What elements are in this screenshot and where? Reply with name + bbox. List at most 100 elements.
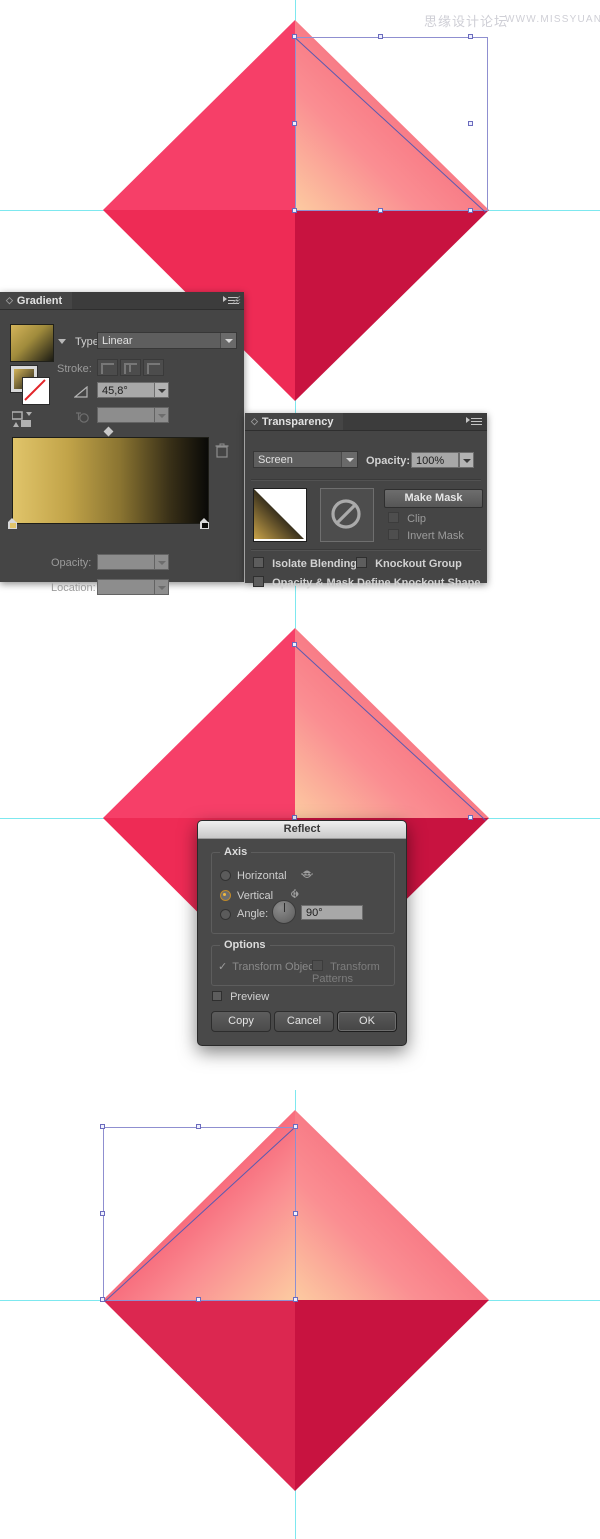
angle-icon <box>73 385 88 401</box>
gradient-angle-chevron-down-icon[interactable] <box>154 382 169 398</box>
clip-checkbox-row[interactable]: Clip <box>388 512 426 525</box>
isolate-blending-checkbox-row[interactable]: Isolate Blending <box>253 557 357 570</box>
gradient-panel-tab[interactable]: ◇ Gradient <box>0 292 73 309</box>
gradient-stop-end[interactable] <box>200 518 209 529</box>
handle-top-step2[interactable] <box>292 642 297 647</box>
transform-objects-row[interactable]: ✓ Transform Objects <box>218 960 322 973</box>
options-group: Options ✓ Transform Objects Transform Pa… <box>211 939 395 986</box>
angle-radio[interactable] <box>220 908 231 920</box>
reflect-angle-label: Angle: <box>237 908 269 920</box>
copy-button[interactable]: Copy <box>211 1011 271 1032</box>
transparency-panel-title: Transparency <box>261 415 334 428</box>
ok-button[interactable]: OK <box>337 1011 397 1032</box>
illustrator-canvas: 思缘设计论坛 WWW.MISSYUAN.COM <box>0 0 600 1539</box>
knockout-group-checkbox-row[interactable]: Knockout Group <box>356 557 462 570</box>
gradient-type-chevron-down-icon[interactable] <box>220 333 236 348</box>
clip-checkbox[interactable] <box>388 512 399 523</box>
blend-mode-select[interactable]: Screen <box>253 451 358 468</box>
reflect-horizontal-icon <box>299 868 315 883</box>
handle-mid-right-step1[interactable] <box>468 121 473 126</box>
gradient-stop-start[interactable] <box>8 518 17 529</box>
collapse-arrows-icon[interactable]: ◇ <box>251 417 258 426</box>
gradient-thumbnail[interactable] <box>253 488 307 542</box>
blend-mode-value: Screen <box>258 454 293 466</box>
handle-bottom-left-step3[interactable] <box>100 1297 105 1302</box>
reflect-angle-value: 90° <box>306 907 323 919</box>
transform-patterns-checkbox[interactable] <box>312 960 323 971</box>
preview-label: Preview <box>230 991 270 1003</box>
gradient-panel-title: Gradient <box>16 294 63 307</box>
handle-top-left-step1[interactable] <box>292 34 297 39</box>
angle-radio-row[interactable]: Angle: <box>220 908 268 920</box>
collapse-arrows-icon[interactable]: ◇ <box>6 296 13 305</box>
gradient-location-chevron-down-icon <box>154 579 169 595</box>
gradient-stroke-label: Stroke: <box>57 363 92 375</box>
handle-bottom-center-step1[interactable] <box>378 208 383 213</box>
make-mask-button[interactable]: Make Mask <box>384 489 483 508</box>
knockout-shape-checkbox[interactable] <box>253 576 264 587</box>
transparency-opacity-label: Opacity: <box>366 455 411 467</box>
reflect-dialog-title: Reflect <box>198 821 406 839</box>
vertical-radio[interactable] <box>220 890 231 901</box>
clip-label: Clip <box>407 513 427 525</box>
handle-mid-left-step1[interactable] <box>292 121 297 126</box>
gradient-ramp[interactable] <box>12 437 209 524</box>
isolate-blending-label: Isolate Blending <box>272 558 358 570</box>
transparency-panel-tab[interactable]: ◇ Transparency <box>245 413 344 430</box>
gradient-preview-swatch[interactable] <box>10 324 54 362</box>
knockout-shape-checkbox-row[interactable]: Opacity & Mask Define Knockout Shape <box>253 576 481 589</box>
invert-mask-checkbox[interactable] <box>388 529 399 540</box>
knockout-shape-label: Opacity & Mask Define Knockout Shape <box>272 577 481 589</box>
gradient-angle-value: 45,8° <box>102 385 128 397</box>
axis-group-label: Axis <box>220 846 252 858</box>
reflect-angle-input[interactable]: 90° <box>301 905 363 920</box>
handle-top-right-step3[interactable] <box>293 1124 298 1129</box>
preview-row[interactable]: Preview <box>212 991 269 1003</box>
handle-mid-right-step3[interactable] <box>293 1211 298 1216</box>
handle-top-center-step1[interactable] <box>378 34 383 39</box>
gradient-panel[interactable]: ◇ Gradient Type: Linear Stroke: 45,8° Op… <box>0 292 244 595</box>
isolate-blending-checkbox[interactable] <box>253 557 264 568</box>
panel-resize-grip[interactable] <box>232 295 241 307</box>
preview-checkbox[interactable] <box>212 991 222 1001</box>
transform-patterns-row[interactable]: Transform Patterns <box>312 960 394 985</box>
invert-mask-checkbox-row[interactable]: Invert Mask <box>388 529 464 542</box>
transparency-opacity-input[interactable]: 100% <box>411 452 459 468</box>
handle-top-center-step3[interactable] <box>196 1124 201 1129</box>
gradient-fill-stroke-toggle-icon[interactable] <box>11 410 36 433</box>
handle-bottom-left-step1[interactable] <box>292 208 297 213</box>
stroke-along-button[interactable] <box>143 359 164 376</box>
handle-right-step2[interactable] <box>468 815 473 820</box>
horizontal-label: Horizontal <box>237 869 287 882</box>
gradient-opacity-label: Opacity: <box>51 557 92 569</box>
gradient-location-label: Location: <box>51 582 96 594</box>
handle-mid-left-step3[interactable] <box>100 1211 105 1216</box>
no-mask-icon[interactable] <box>320 488 374 542</box>
transform-objects-checkbox[interactable]: ✓ <box>218 961 227 973</box>
handle-bottom-center-step3[interactable] <box>196 1297 201 1302</box>
angle-dial[interactable] <box>272 900 296 924</box>
transparency-panel[interactable]: ◇ Transparency Screen Opacity: 100% Make… <box>245 413 487 589</box>
transparency-opacity-chevron-down-icon[interactable] <box>459 452 474 468</box>
trash-icon[interactable] <box>215 443 229 461</box>
vertical-radio-row[interactable]: Vertical <box>220 888 303 903</box>
knockout-group-checkbox[interactable] <box>356 557 367 568</box>
handle-bottom-right-step1[interactable] <box>468 208 473 213</box>
handle-top-left-step3[interactable] <box>100 1124 105 1129</box>
horizontal-radio-row[interactable]: Horizontal <box>220 868 315 883</box>
handle-top-right-step1[interactable] <box>468 34 473 39</box>
gradient-midpoint-marker[interactable] <box>103 426 114 437</box>
gradient-type-select[interactable]: Linear <box>97 332 237 349</box>
stroke-across-button[interactable] <box>120 359 141 376</box>
options-group-label: Options <box>220 939 270 951</box>
stroke-none-indicator[interactable] <box>22 377 50 405</box>
handle-bottom-right-step3[interactable] <box>293 1297 298 1302</box>
stroke-within-button[interactable] <box>97 359 118 376</box>
reflect-dialog[interactable]: Reflect Axis Horizontal Vertical Angle: … <box>197 820 407 1046</box>
horizontal-radio[interactable] <box>220 870 231 881</box>
blend-mode-chevron-down-icon[interactable] <box>341 452 357 467</box>
panel-menu-icon[interactable] <box>466 416 482 427</box>
cancel-button[interactable]: Cancel <box>274 1011 334 1032</box>
gradient-presets-chevron-down-icon[interactable] <box>58 339 66 344</box>
vertical-label: Vertical <box>237 889 274 902</box>
